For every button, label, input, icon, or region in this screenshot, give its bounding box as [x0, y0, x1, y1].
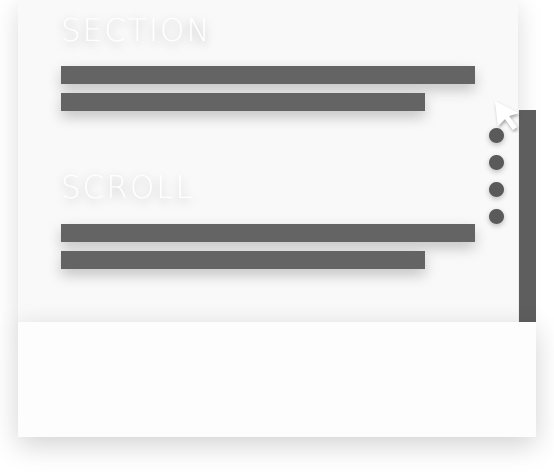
- text-placeholder-bar: [61, 93, 425, 111]
- scroll-heading: SCROLL: [61, 170, 195, 206]
- section-heading: SECTION: [61, 13, 212, 49]
- screen: SECTION SCROLL: [0, 0, 554, 474]
- nav-dot-3[interactable]: [489, 182, 504, 197]
- scroll-rail[interactable]: [519, 110, 536, 325]
- cursor-arrow-icon: [495, 101, 519, 130]
- nav-dot-2[interactable]: [489, 155, 504, 170]
- text-placeholder-bar: [61, 251, 425, 269]
- nav-dot-4[interactable]: [489, 209, 504, 224]
- content-card: [18, 0, 518, 330]
- bottom-panel: [18, 322, 536, 437]
- text-placeholder-bar: [61, 66, 475, 84]
- text-placeholder-bar: [61, 224, 475, 242]
